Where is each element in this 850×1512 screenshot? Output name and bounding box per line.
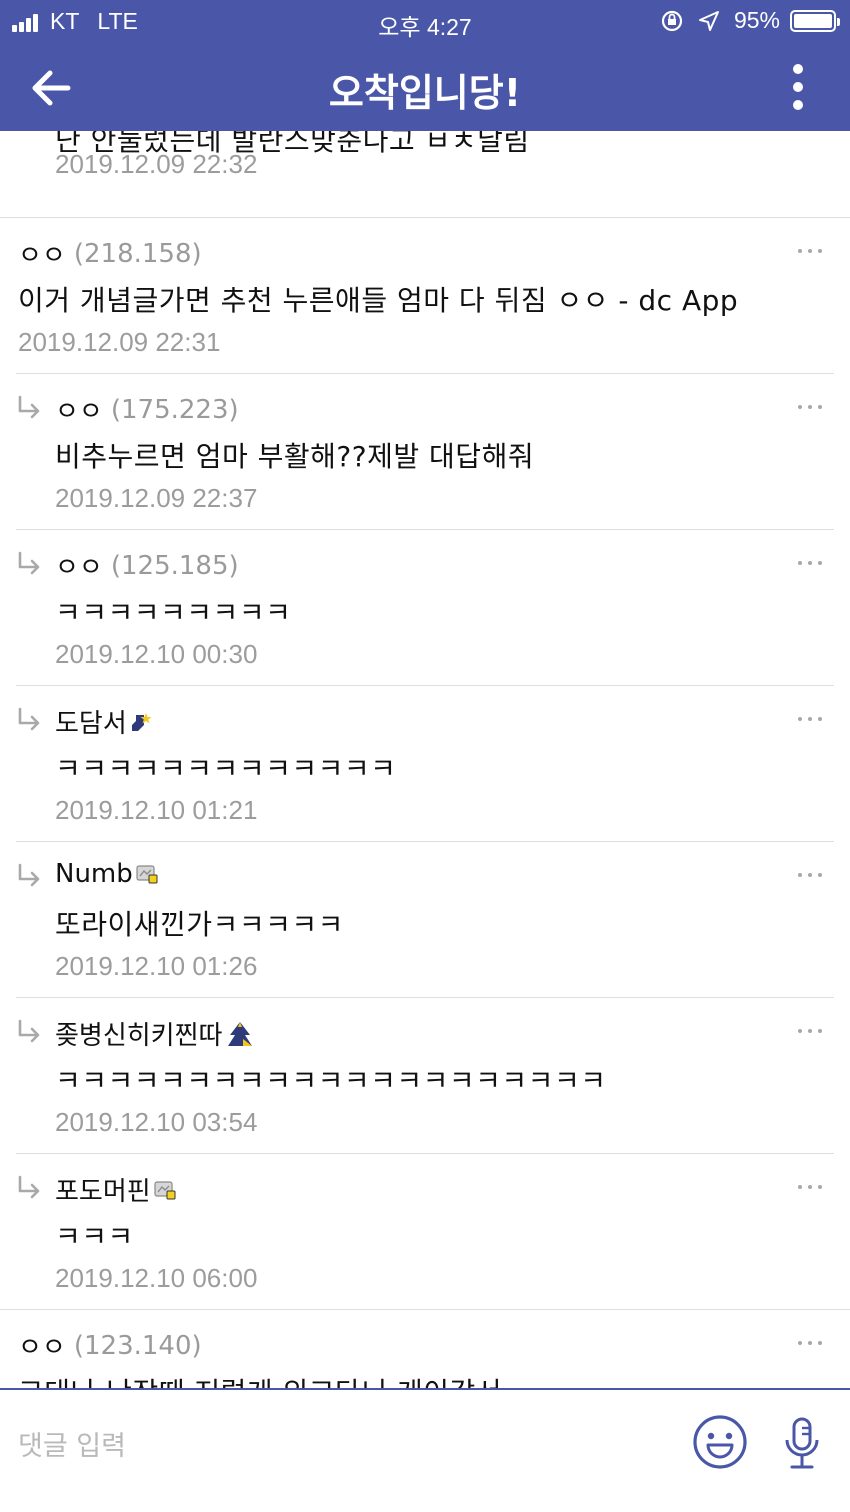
comment-text: 또라이새낀가ㅋㅋㅋㅋㅋ bbox=[55, 908, 344, 941]
comment-menu-button[interactable] bbox=[798, 1177, 822, 1197]
divider bbox=[0, 217, 850, 218]
author-name: ㅇㅇ bbox=[55, 553, 103, 583]
divider bbox=[0, 1309, 850, 1310]
author-name: ㅇㅇ bbox=[55, 397, 103, 427]
author-name: 좆병신히키찐따 bbox=[55, 1021, 223, 1051]
mic-button[interactable] bbox=[782, 1416, 822, 1472]
battery-percent: 95% bbox=[733, 7, 780, 33]
comment-date: 2019.12.10 01:26 bbox=[55, 951, 258, 981]
list-item: 포도머핀 ㅋㅋㅋ 2019.12.10 06:00 bbox=[0, 1171, 850, 1309]
reply-arrow-icon bbox=[18, 863, 40, 887]
title-bar: 오착입니당! bbox=[0, 42, 850, 131]
author-name: 포도머핀 bbox=[55, 1177, 151, 1207]
list-item: 난 안눌렀는데 발란스맞춘다고 ㅂㅊ날림 2019.12.09 22:32 bbox=[0, 131, 850, 217]
reply-arrow-icon bbox=[18, 1175, 40, 1199]
comment-author[interactable]: ㅇㅇ (218.158) bbox=[18, 235, 202, 272]
comment-date: 2019.12.09 22:37 bbox=[55, 483, 258, 513]
divider bbox=[16, 373, 834, 374]
comment-menu-button[interactable] bbox=[798, 709, 822, 729]
author-ip: (175.223) bbox=[110, 394, 239, 425]
comment-text: ㅋㅋㅋㅋㅋㅋㅋㅋㅋㅋㅋㅋㅋㅋㅋㅋㅋㅋㅋㅋㅋ bbox=[55, 1064, 607, 1097]
comment-menu-button[interactable] bbox=[798, 1333, 822, 1353]
emoji-icon bbox=[693, 1415, 747, 1469]
comment-date: 2019.12.09 22:31 bbox=[18, 327, 221, 357]
comment-text: 이거 개념글가면 추천 누른애들 엄마 다 뒤짐 ㅇㅇ - dc App bbox=[18, 284, 739, 317]
tree-badge-icon bbox=[228, 1021, 253, 1046]
comment-menu-button[interactable] bbox=[798, 1021, 822, 1041]
list-item: ㅇㅇ (218.158) 이거 개념글가면 추천 누른애들 엄마 다 뒤짐 ㅇㅇ… bbox=[0, 235, 850, 373]
location-icon bbox=[698, 10, 719, 31]
divider bbox=[16, 841, 834, 842]
author-ip: (125.185) bbox=[110, 550, 239, 581]
comment-text: ㅋㅋㅋㅋㅋㅋㅋㅋㅋㅋㅋㅋㅋ bbox=[55, 752, 397, 785]
list-item: ㅇㅇ (125.185) ㅋㅋㅋㅋㅋㅋㅋㅋㅋ 2019.12.10 00:30 bbox=[0, 547, 850, 685]
divider bbox=[16, 529, 834, 530]
comment-author[interactable]: ㅇㅇ (125.185) bbox=[55, 547, 239, 584]
comment-date: 2019.12.09 22:32 bbox=[55, 149, 258, 179]
more-vertical-icon bbox=[793, 64, 803, 74]
list-item: 좆병신히키찐따 ㅋㅋㅋㅋㅋㅋㅋㅋㅋㅋㅋㅋㅋㅋㅋㅋㅋㅋㅋㅋㅋ 2019.12.10… bbox=[0, 1015, 850, 1153]
comment-date: 2019.12.10 06:00 bbox=[55, 1263, 258, 1293]
status-bar: KT LTE 오후 4:27 95% bbox=[0, 0, 850, 42]
list-item: ㅇㅇ (175.223) 비추누르면 엄마 부활해??제발 대답해줘 2019.… bbox=[0, 391, 850, 529]
comment-author[interactable]: 포도머핀 bbox=[55, 1171, 176, 1208]
comment-input-bar bbox=[0, 1388, 850, 1512]
comment-author[interactable]: 좆병신히키찐따 bbox=[55, 1015, 255, 1052]
comment-text: 비추누르면 엄마 부활해??제발 대답해줘 bbox=[55, 440, 535, 473]
page-title: 오착입니당! bbox=[328, 71, 522, 115]
comment-author[interactable]: ㅇㅇ (175.223) bbox=[55, 391, 239, 428]
author-name: ㅇㅇ bbox=[18, 1333, 66, 1363]
comment-date: 2019.12.10 00:30 bbox=[55, 639, 258, 669]
comment-date: 2019.12.10 01:21 bbox=[55, 795, 258, 825]
author-name: 도담서 bbox=[55, 709, 127, 739]
author-ip: (218.158) bbox=[73, 238, 202, 269]
author-ip: (123.140) bbox=[73, 1330, 202, 1361]
more-options-button[interactable] bbox=[786, 64, 810, 110]
divider bbox=[16, 685, 834, 686]
divider bbox=[16, 997, 834, 998]
comment-menu-button[interactable] bbox=[798, 865, 822, 885]
comment-list[interactable]: 난 안눌렀는데 발란스맞춘다고 ㅂㅊ날림 2019.12.09 22:32 ㅇㅇ… bbox=[0, 131, 850, 1388]
comment-menu-button[interactable] bbox=[798, 241, 822, 261]
list-item: Numb 또라이새낀가ㅋㅋㅋㅋㅋ 2019.12.10 01:26 bbox=[0, 859, 850, 997]
half-fixed-nick-badge-icon bbox=[154, 1180, 176, 1199]
comment-menu-button[interactable] bbox=[798, 397, 822, 417]
comment-text: ㅋㅋㅋ bbox=[55, 1220, 134, 1253]
orientation-lock-icon bbox=[661, 10, 683, 31]
fixed-nick-badge-icon bbox=[131, 712, 152, 731]
comment-menu-button[interactable] bbox=[798, 553, 822, 573]
half-fixed-nick-badge-icon bbox=[136, 865, 158, 884]
reply-arrow-icon bbox=[18, 707, 40, 731]
comment-date: 2019.12.10 03:54 bbox=[55, 1107, 258, 1137]
author-name: Numb bbox=[55, 859, 133, 889]
battery-icon bbox=[790, 9, 840, 32]
microphone-icon bbox=[785, 1417, 819, 1469]
reply-arrow-icon bbox=[18, 395, 40, 419]
list-item: 도담서 ㅋㅋㅋㅋㅋㅋㅋㅋㅋㅋㅋㅋㅋ 2019.12.10 01:21 bbox=[0, 703, 850, 841]
comment-author[interactable]: ㅇㅇ (123.140) bbox=[18, 1327, 202, 1364]
emoji-button[interactable] bbox=[692, 1414, 748, 1470]
list-item: ㅇㅇ (123.140) 그대나 난장때 저렇게 외고다니 게이같서 bbox=[0, 1327, 850, 1388]
author-name: ㅇㅇ bbox=[18, 241, 66, 271]
reply-arrow-icon bbox=[18, 1019, 40, 1043]
divider bbox=[16, 1153, 834, 1154]
comment-text: 그대나 난장때 저렇게 외고다니 게이같서 bbox=[18, 1371, 502, 1388]
reply-arrow-icon bbox=[18, 551, 40, 575]
comment-input[interactable] bbox=[18, 1424, 618, 1468]
comment-author[interactable]: Numb bbox=[55, 859, 158, 889]
comment-text: ㅋㅋㅋㅋㅋㅋㅋㅋㅋ bbox=[55, 596, 292, 629]
app-header: KT LTE 오후 4:27 95% 오착입니당! bbox=[0, 0, 850, 131]
comment-author[interactable]: 도담서 bbox=[55, 703, 152, 740]
